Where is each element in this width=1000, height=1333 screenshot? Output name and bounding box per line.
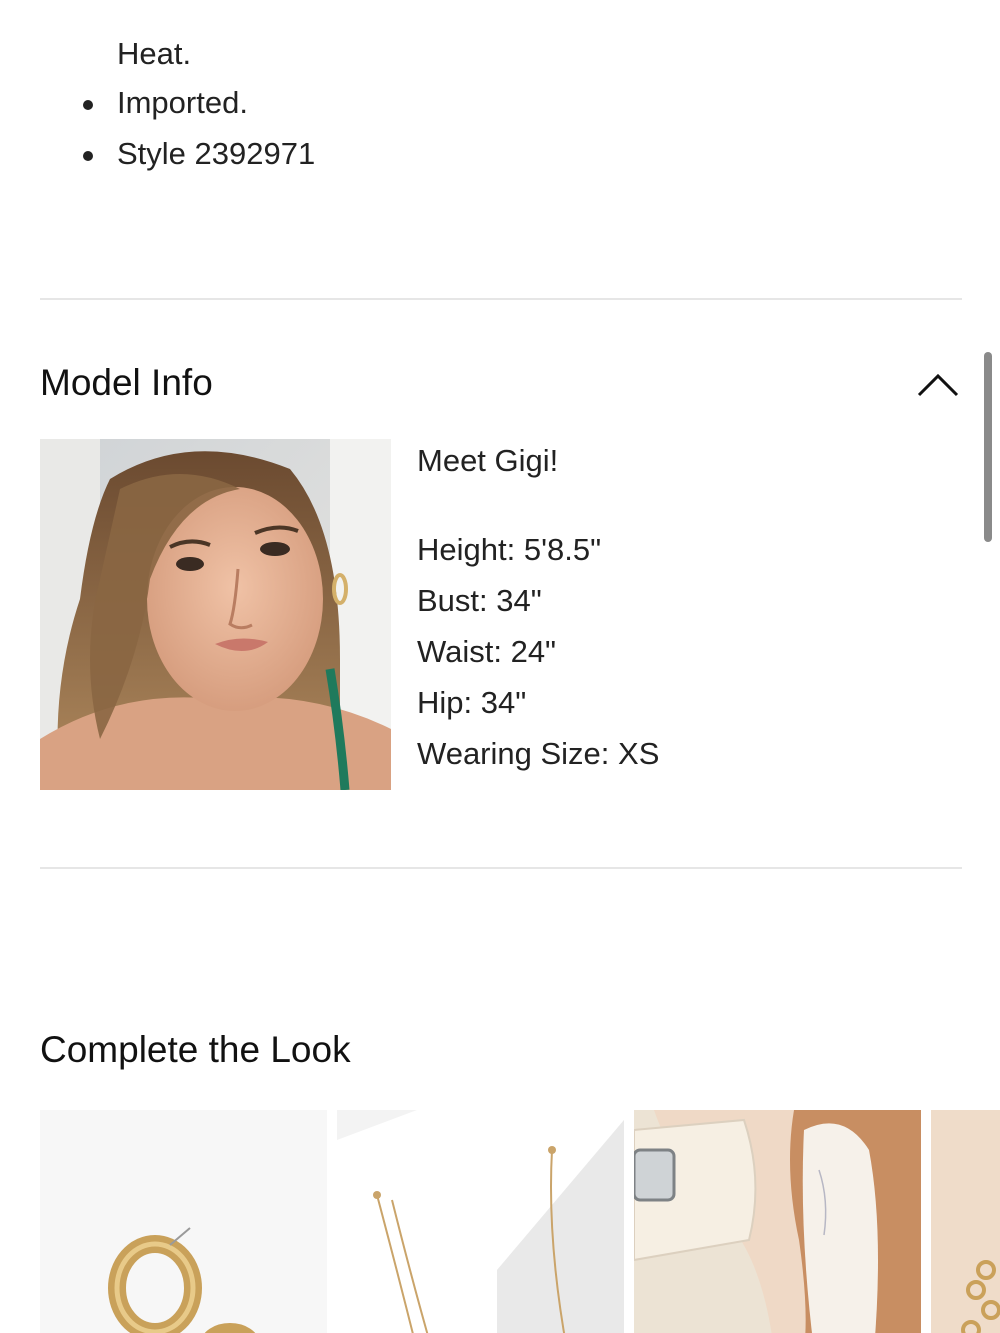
model-bust: Bust: 34" xyxy=(417,583,542,618)
model-hip: Hip: 34" xyxy=(417,685,527,720)
model-height: Height: 5'8.5" xyxy=(417,532,602,567)
model-info-title[interactable]: Model Info xyxy=(40,362,213,404)
look-item-sandal[interactable] xyxy=(634,1110,921,1333)
chevron-up-icon[interactable] xyxy=(912,358,964,410)
details-bullet-style: Style 2392971 xyxy=(117,136,316,171)
cream-sandal-icon xyxy=(634,1110,921,1333)
section-divider xyxy=(40,867,962,869)
model-photo xyxy=(40,439,391,790)
bullet-icon xyxy=(83,100,93,110)
bullet-icon xyxy=(83,151,93,161)
gold-hoop-earrings-icon xyxy=(40,1110,327,1333)
model-waist: Waist: 24" xyxy=(417,634,557,669)
model-greeting: Meet Gigi! xyxy=(417,443,559,478)
look-item-earrings[interactable] xyxy=(40,1110,327,1333)
look-item-necklace[interactable] xyxy=(337,1110,624,1333)
section-divider xyxy=(40,298,962,300)
model-wearing-size: Wearing Size: XS xyxy=(417,736,660,771)
details-bullet-imported: Imported. xyxy=(117,85,248,120)
gold-chain-jewelry-icon xyxy=(931,1110,1000,1333)
scrollbar[interactable] xyxy=(984,352,992,542)
details-continued-text: Heat. xyxy=(117,36,192,71)
layered-gold-necklace-icon xyxy=(337,1110,624,1333)
complete-the-look-title: Complete the Look xyxy=(40,1029,351,1070)
look-item-jewelry[interactable] xyxy=(931,1110,1000,1333)
